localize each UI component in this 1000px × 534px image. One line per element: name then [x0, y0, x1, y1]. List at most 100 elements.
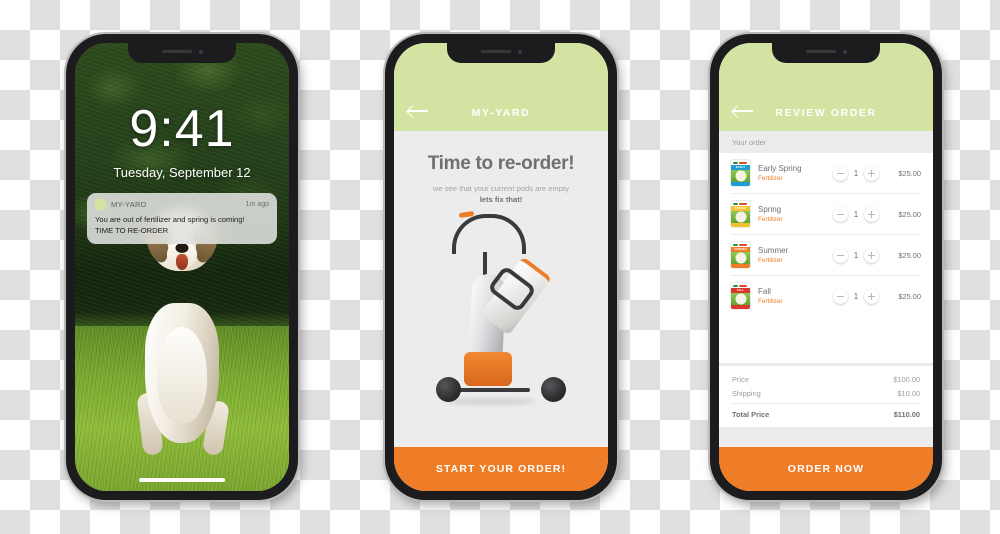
product-thumbnail: SUMMER	[731, 242, 750, 268]
bag-footer-band	[731, 223, 750, 227]
decrease-quantity-button[interactable]	[833, 165, 848, 181]
bottom-spacer	[719, 427, 933, 447]
product-price: $25.00	[898, 168, 921, 178]
phone-2-reorder-screen: MY-YARD Time to re-order! we see that yo…	[385, 34, 617, 500]
phone-3-review-order-screen: REVIEW ORDER Your order EARLY SPRING Earl…	[710, 34, 942, 500]
product-name: Early Spring	[758, 164, 802, 173]
bag-artwork-circle	[735, 170, 746, 182]
price-value: $100.00	[893, 375, 920, 384]
order-row: SUMMER Summer Fertilizer 1 $25.00	[731, 235, 921, 276]
notification-timestamp: 1m ago	[245, 201, 269, 208]
bag-brand-text	[739, 243, 747, 246]
bag-brand-mark	[733, 243, 738, 246]
product-thumbnail: SPRING	[731, 201, 750, 227]
total-price-value: $110.00	[893, 410, 920, 419]
bag-artwork	[731, 252, 750, 264]
product-info: Summer Fertilizer	[758, 246, 825, 264]
dog-nose	[175, 243, 189, 253]
bag-artwork-circle	[735, 252, 746, 264]
increase-quantity-button[interactable]	[864, 288, 879, 304]
product-type: Fertilizer	[758, 175, 783, 182]
quantity-stepper: 1	[833, 247, 879, 263]
phone-2-screen: MY-YARD Time to re-order! we see that yo…	[394, 43, 608, 491]
notification-app-name: MY-YARD	[111, 200, 147, 209]
total-price-label: Total Price	[732, 410, 770, 419]
totals-divider	[732, 403, 920, 404]
spreader-collar	[464, 352, 512, 386]
bag-artwork-circle	[735, 293, 746, 305]
increase-quantity-button[interactable]	[864, 165, 879, 181]
notification-line-1: You are out of fertilizer and spring is …	[95, 215, 245, 224]
spreader-wheel-right	[541, 377, 566, 402]
notification-header: MY-YARD 1m ago	[95, 199, 269, 210]
decrease-quantity-button[interactable]	[833, 247, 848, 263]
product-thumbnail: EARLY SPRING	[731, 160, 750, 186]
spreader-wheel-left	[436, 377, 461, 402]
shipping-row: Shipping $10.00	[732, 389, 920, 398]
product-name: Fall	[758, 287, 771, 296]
front-camera-icon	[842, 49, 847, 54]
product-info: Fall Fertilizer	[758, 287, 825, 305]
quantity-value: 1	[853, 168, 859, 178]
order-totals: Price $100.00 Shipping $10.00 Total Pric…	[719, 363, 933, 427]
total-price-row: Total Price $110.00	[732, 410, 920, 419]
product-price: $25.00	[898, 250, 921, 260]
speaker-grille-icon	[480, 50, 511, 53]
spreader-shadow	[444, 398, 536, 405]
increase-quantity-button[interactable]	[864, 247, 879, 263]
reorder-subtitle-1: we see that your current pods are empty	[433, 184, 569, 193]
bag-artwork	[731, 211, 750, 223]
order-row: FALL Fall Fertilizer 1 $25.00	[731, 276, 921, 316]
front-camera-icon	[517, 49, 522, 54]
quantity-value: 1	[853, 250, 859, 260]
quantity-value: 1	[853, 291, 859, 301]
lock-screen-time: 9:41	[129, 100, 235, 158]
shipping-label: Shipping	[732, 389, 761, 398]
bag-footer-band	[731, 305, 750, 309]
app-title: REVIEW ORDER	[775, 107, 877, 119]
notification-line-2: TIME TO RE-ORDER	[95, 226, 169, 235]
shipping-value: $10.00	[897, 389, 920, 398]
product-price: $25.00	[898, 209, 921, 219]
notch	[772, 43, 880, 63]
order-row: EARLY SPRING Early Spring Fertilizer 1 $25.0…	[731, 153, 921, 194]
notch	[128, 43, 236, 63]
bag-brand-text	[739, 284, 747, 287]
phone-1-lock-screen: 9:41 Tuesday, September 12 MY-YARD 1m ag…	[66, 34, 298, 500]
quantity-stepper: 1	[833, 288, 879, 304]
quantity-value: 1	[853, 209, 859, 219]
quantity-stepper: 1	[833, 206, 879, 222]
front-camera-icon	[198, 49, 203, 54]
phone-3-screen: REVIEW ORDER Your order EARLY SPRING Earl…	[719, 43, 933, 491]
dog-chest	[157, 327, 207, 423]
product-type: Fertilizer	[758, 257, 783, 264]
notification-message: You are out of fertilizer and spring is …	[95, 214, 269, 236]
product-type: Fertilizer	[758, 216, 783, 223]
decrease-quantity-button[interactable]	[833, 288, 848, 304]
bag-brand-text	[739, 161, 747, 164]
increase-quantity-button[interactable]	[864, 206, 879, 222]
product-thumbnail: FALL	[731, 283, 750, 309]
bag-brand-mark	[733, 202, 738, 205]
dog-tongue	[176, 254, 188, 270]
review-order-content: Your order EARLY SPRING Early Spring Ferti…	[719, 131, 933, 447]
notification-banner[interactable]: MY-YARD 1m ago You are out of fertilizer…	[87, 193, 277, 244]
bag-artwork	[731, 170, 750, 182]
bag-brand-mark	[733, 284, 738, 287]
product-name: Summer	[758, 246, 789, 255]
lock-screen-wallpaper: 9:41 Tuesday, September 12 MY-YARD 1m ag…	[75, 43, 289, 491]
bag-artwork	[731, 293, 750, 305]
bag-footer-band	[731, 182, 750, 186]
list-spacer	[719, 316, 933, 363]
order-row: SPRING Spring Fertilizer 1 $25.00	[731, 194, 921, 235]
product-info: Spring Fertilizer	[758, 205, 825, 223]
notch	[447, 43, 555, 63]
start-your-order-button[interactable]: START YOUR ORDER!	[394, 447, 608, 491]
reorder-content: Time to re-order! we see that your curre…	[394, 131, 608, 447]
order-now-button[interactable]: ORDER NOW	[719, 447, 933, 491]
app-title: MY-YARD	[471, 107, 531, 119]
app-icon	[95, 199, 106, 210]
lawn-spreader-illustration	[426, 210, 576, 405]
home-indicator[interactable]	[139, 478, 225, 482]
decrease-quantity-button[interactable]	[833, 206, 848, 222]
